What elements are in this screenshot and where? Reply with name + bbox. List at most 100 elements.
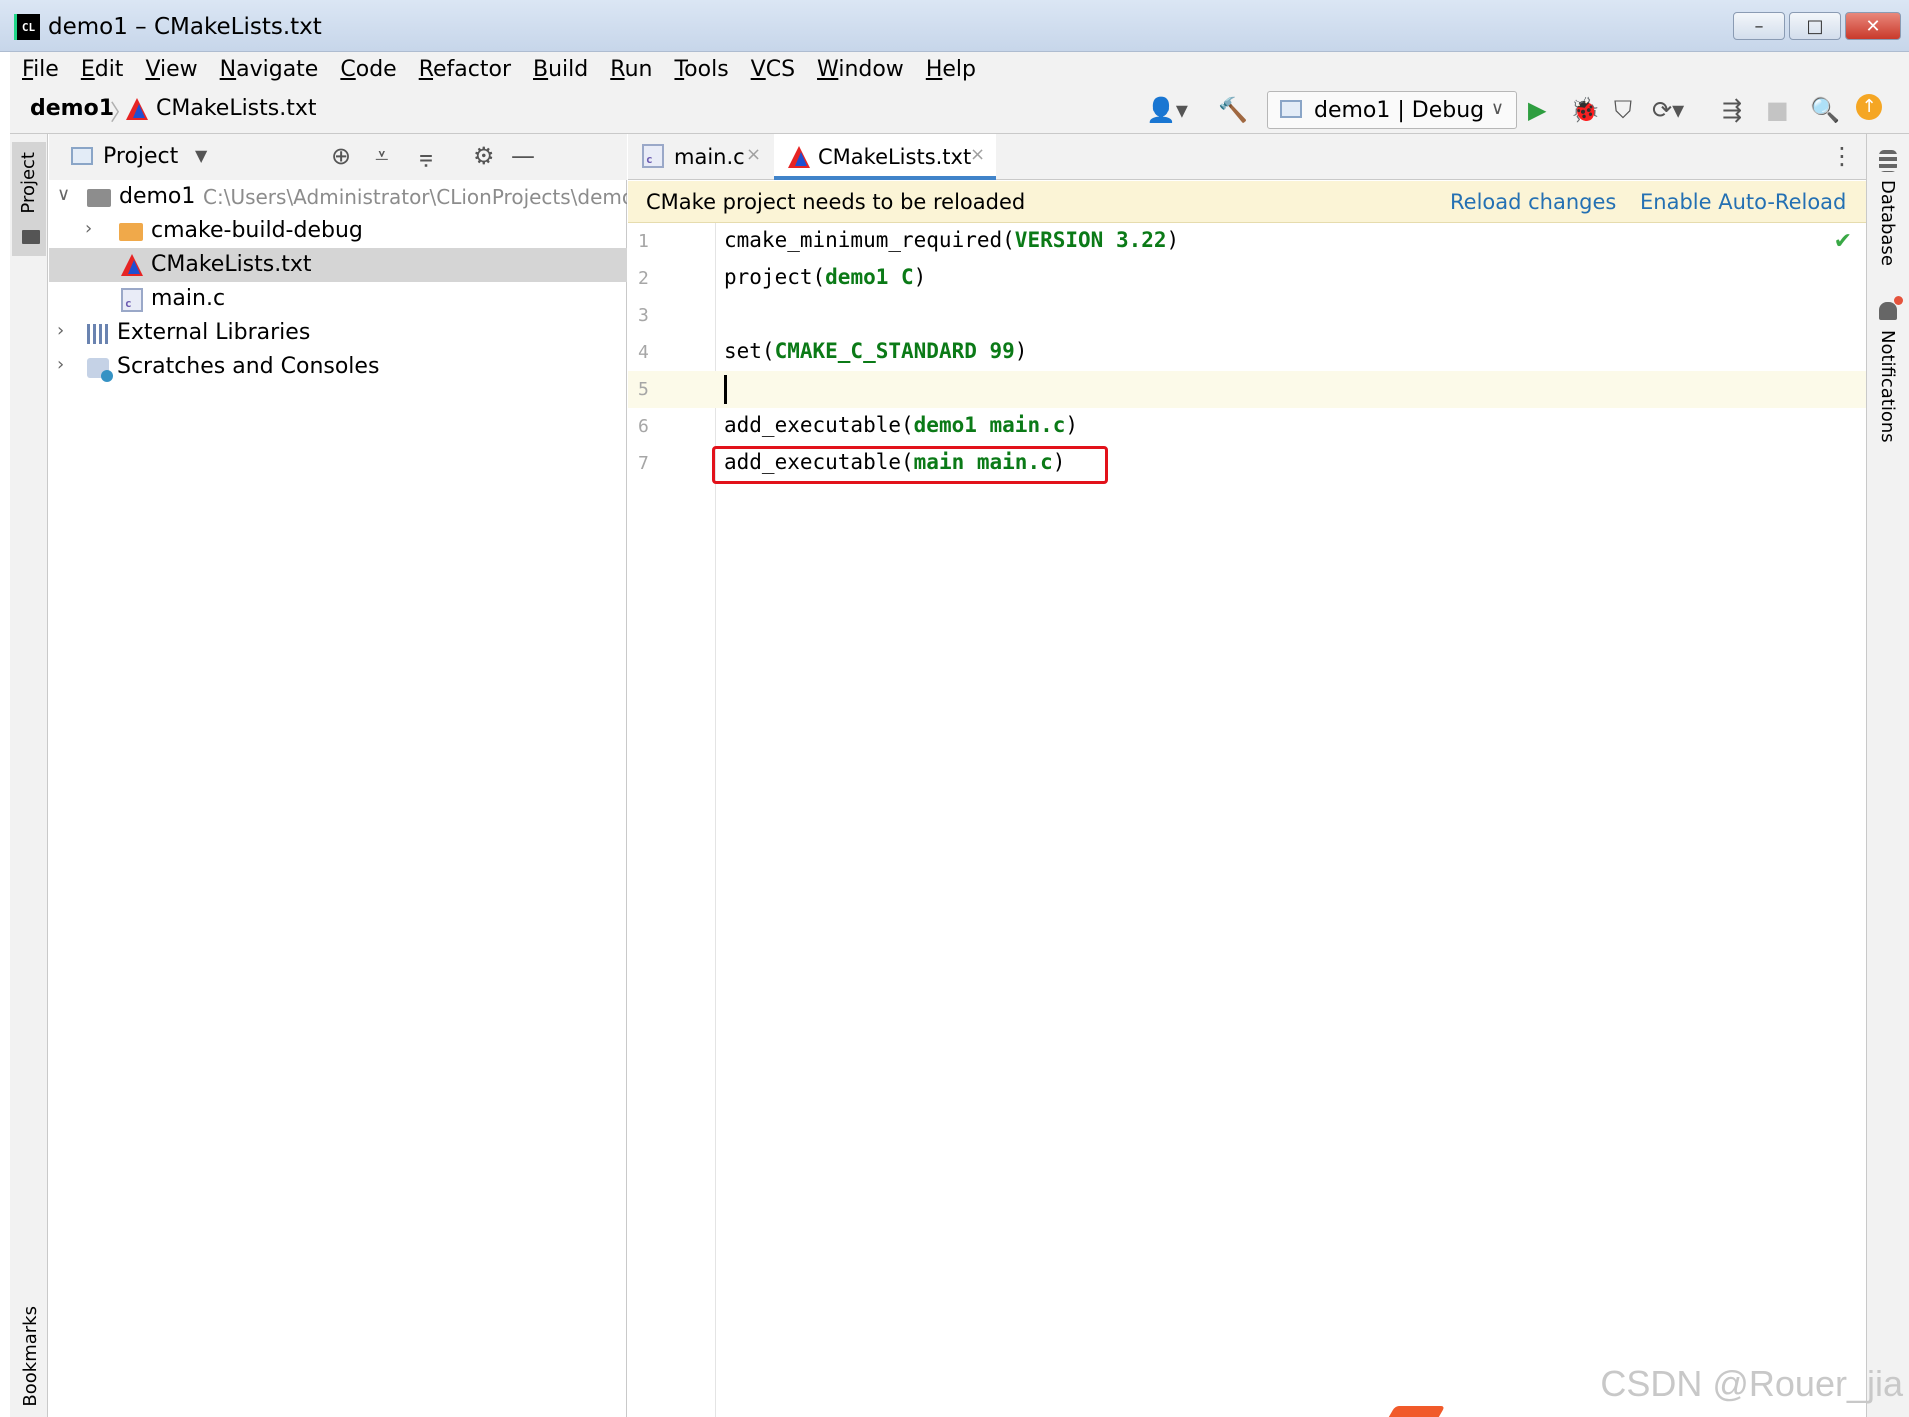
search-icon[interactable]: 🔍 [1810,96,1840,124]
database-tool-button[interactable]: Database [1877,180,1898,266]
chevron-down-icon: ∨ [1490,98,1504,119]
close-icon[interactable]: × [746,144,761,165]
code-function: add_executable( [724,413,914,437]
c-file-icon: c [642,144,664,168]
gear-icon[interactable]: ⚙ [473,142,495,170]
tree-item-demo1[interactable]: ∨ demo1 C:\Users\Administrator\CLionProj… [49,180,627,214]
menu-edit[interactable]: Edit [81,57,124,82]
code-arguments: demo1 C [825,265,914,289]
menu-file[interactable]: File [22,57,59,82]
database-icon[interactable] [1879,150,1897,172]
notifications-bell-icon[interactable] [1879,296,1903,320]
project-tool-window-button[interactable]: Project [12,142,46,256]
user-icon[interactable]: 👤▾ [1146,96,1188,124]
menu-code[interactable]: Code [340,57,396,82]
line-number: 7 [638,453,649,474]
tree-item-path: C:\Users\Administrator\CLionProjects\dem… [203,185,627,209]
scratches-icon [87,358,113,382]
code-editor[interactable]: ✔ 1 cmake_minimum_required(VERSION 3.22)… [628,223,1866,1417]
hammer-icon[interactable]: 🔨 [1218,96,1248,124]
code-line[interactable]: 6 add_executable(demo1 main.c) [628,408,1866,445]
text-caret [724,375,727,404]
close-button[interactable]: ✕ [1845,12,1901,40]
folder-icon [22,230,40,244]
update-icon[interactable]: ↑ [1856,94,1882,120]
debug-icon[interactable]: 🐞 [1570,96,1600,124]
code-line[interactable]: 2 project(demo1 C) [628,260,1866,297]
chevron-right-icon[interactable]: › [85,218,92,239]
code-text: project(demo1 C) [724,265,926,289]
enable-auto-reload-link[interactable]: Enable Auto-Reload [1640,190,1846,214]
menu-refactor[interactable]: Refactor [419,57,511,82]
project-view-icon [71,147,93,165]
chevron-down-icon[interactable]: ∨ [57,184,70,205]
code-arguments: CMAKE_C_STANDARD 99 [774,339,1015,363]
bookmarks-tool-button[interactable]: Bookmarks [20,1306,41,1407]
tree-item-main-c[interactable]: c main.c [49,282,627,316]
csdn-watermark: CSDN @Rouer_jia [1600,1363,1903,1404]
navigation-toolbar: demo1 〉 CMakeLists.txt 👤▾ 🔨 demo1 | Debu… [10,86,1909,134]
code-line[interactable]: 3 [628,297,1866,334]
code-line-highlighted[interactable]: 7 add_executable(main main.c) [628,445,1866,484]
run-config-icon [1280,100,1302,118]
maximize-button[interactable]: □ [1789,12,1841,40]
code-line[interactable]: 1 cmake_minimum_required(VERSION 3.22) [628,223,1866,260]
code-closing: ) [1014,339,1028,363]
chevron-right-icon[interactable]: › [57,354,64,375]
red-highlight-box [712,446,1108,484]
editor-tab-bar: c main.c × CMakeLists.txt × ⋮ [628,134,1866,180]
code-function: set( [724,339,775,363]
code-arguments: VERSION 3.22 [1014,228,1167,252]
cmake-file-icon [788,146,810,168]
chevron-down-icon[interactable]: ▼ [195,146,207,165]
menu-run[interactable]: Run [610,57,652,82]
more-options-icon[interactable]: ⋮ [1830,142,1854,170]
code-closing: ) [1166,228,1180,252]
code-function: cmake_minimum_required( [724,228,1015,252]
menu-tools[interactable]: Tools [674,57,728,82]
code-line-current[interactable]: 5 [628,371,1866,408]
chevron-right-icon[interactable]: › [57,320,64,341]
hide-panel-icon[interactable]: — [511,142,535,170]
window-title-bar: CL demo1 – CMakeLists.txt – □ ✕ [0,0,1909,52]
tree-item-external-libraries[interactable]: › External Libraries [49,316,627,350]
code-text: cmake_minimum_required(VERSION 3.22) [724,228,1179,252]
run-configuration-select[interactable]: demo1 | Debug ∨ [1267,91,1517,129]
tree-item-label: External Libraries [117,320,311,345]
menu-navigate[interactable]: Navigate [220,57,319,82]
minimize-button[interactable]: – [1733,12,1785,40]
locate-icon[interactable]: ⊕ [331,142,351,170]
window-title: demo1 – CMakeLists.txt [48,14,322,40]
cmake-reload-banner: CMake project needs to be reloaded Reloa… [628,181,1866,223]
tree-item-label: cmake-build-debug [151,218,363,243]
line-number: 1 [638,231,649,252]
run-icon[interactable]: ▶ [1528,96,1546,124]
collapse-all-icon[interactable]: ⩦ [419,142,433,170]
code-line[interactable]: 4 set(CMAKE_C_STANDARD 99) [628,334,1866,371]
breadcrumb-project[interactable]: demo1 [30,96,114,121]
tree-item-cmake-build-debug[interactable]: › cmake-build-debug [49,214,627,248]
tab-main-c[interactable]: c main.c × [628,134,766,180]
attach-debugger-icon[interactable]: ⇶ [1722,96,1742,124]
folder-icon [87,189,111,207]
breadcrumb-file[interactable]: CMakeLists.txt [156,96,317,121]
menu-bar: File Edit View Navigate Code Refactor Bu… [10,52,1909,86]
tab-cmakelists[interactable]: CMakeLists.txt × [774,134,996,180]
reload-changes-link[interactable]: Reload changes [1450,190,1616,214]
project-panel-title[interactable]: Project [103,144,178,169]
menu-help[interactable]: Help [926,57,976,82]
profile-icon[interactable]: ⟳▾ [1652,96,1684,124]
menu-build[interactable]: Build [533,57,588,82]
menu-vcs[interactable]: VCS [751,57,795,82]
notifications-tool-button[interactable]: Notifications [1877,330,1898,443]
tree-item-scratches[interactable]: › Scratches and Consoles [49,350,627,384]
coverage-icon[interactable]: ⛉ [1614,96,1632,124]
expand-all-icon[interactable]: ⩡ [375,142,389,170]
stop-icon[interactable]: ■ [1766,96,1789,124]
code-function: project( [724,265,826,289]
banner-message: CMake project needs to be reloaded [646,190,1026,214]
menu-window[interactable]: Window [817,57,904,82]
menu-view[interactable]: View [145,57,197,82]
tree-item-cmakelists[interactable]: CMakeLists.txt [49,248,627,282]
close-icon[interactable]: × [970,144,985,165]
